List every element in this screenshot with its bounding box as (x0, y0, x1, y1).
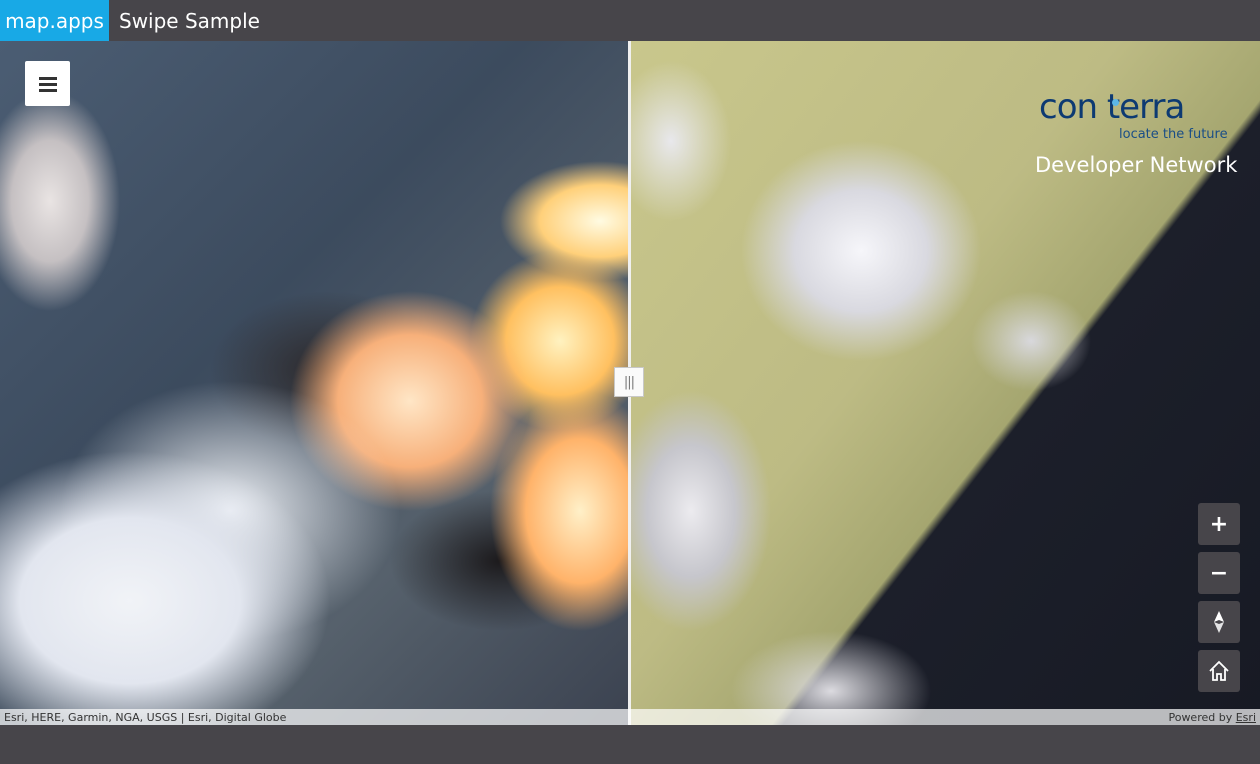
map-controls: + − (1198, 503, 1240, 699)
zoom-in-label: + (1209, 511, 1229, 537)
zoom-in-button[interactable]: + (1198, 503, 1240, 545)
map-view[interactable]: ||| con terra locate the future Develope… (0, 41, 1260, 725)
developer-network-label: Developer Network (1035, 153, 1238, 177)
swipe-handle-grip: ||| (623, 374, 635, 390)
logo-dot (1112, 99, 1119, 106)
bottom-bar (0, 725, 1260, 764)
home-icon (1209, 660, 1229, 681)
logo-tagline: locate the future (1119, 127, 1228, 142)
conterra-logo: con terra locate the future Developer Ne… (1035, 81, 1250, 191)
attribution-sources: Esri, HERE, Garmin, NGA, USGS | Esri, Di… (4, 710, 287, 724)
app-title: Swipe Sample (119, 8, 260, 33)
zoom-out-button[interactable]: − (1198, 552, 1240, 594)
esri-link[interactable]: Esri (1236, 711, 1256, 724)
powered-by: Powered by Esri (1168, 711, 1256, 724)
map-left-layer[interactable] (0, 41, 629, 725)
powered-by-prefix: Powered by (1168, 710, 1236, 724)
top-bar: map.apps Swipe Sample (0, 0, 1260, 41)
menu-button[interactable] (25, 61, 70, 106)
logo-wordmark: con terra (1039, 87, 1185, 127)
map-attribution: Esri, HERE, Garmin, NGA, USGS | Esri, Di… (0, 709, 1260, 725)
brand-label[interactable]: map.apps (0, 0, 109, 41)
swipe-handle[interactable]: ||| (614, 367, 644, 397)
zoom-out-label: − (1209, 560, 1229, 586)
hamburger-menu-icon (38, 76, 57, 92)
home-button[interactable] (1198, 650, 1240, 692)
compass-button[interactable] (1198, 601, 1240, 643)
compass-icon (1214, 611, 1224, 633)
